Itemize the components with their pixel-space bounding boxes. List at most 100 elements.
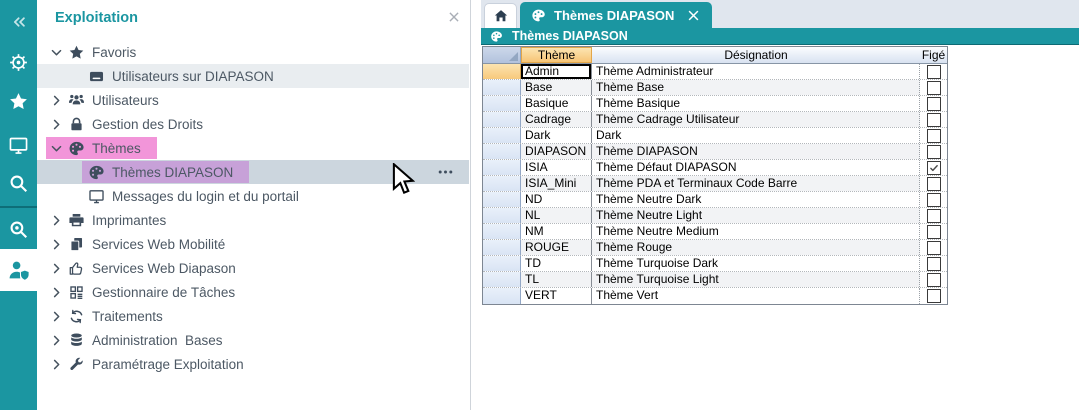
chevron-right-icon[interactable]	[49, 285, 64, 300]
fige-checkbox[interactable]	[927, 129, 941, 143]
fige-checkbox[interactable]	[927, 65, 941, 79]
close-tab-icon[interactable]	[686, 8, 701, 23]
cell-theme[interactable]: Base	[521, 80, 592, 95]
chevron-right-icon[interactable]	[49, 213, 64, 228]
tree-item-utilisateurs-sur-diapason[interactable]: Utilisateurs sur DIAPASON	[37, 64, 469, 88]
tree-item-utilisateurs[interactable]: Utilisateurs	[37, 88, 469, 112]
row-selector[interactable]	[483, 96, 521, 111]
column-header-designation[interactable]: Désignation	[592, 47, 920, 63]
tree-item-messages-du-login-et-du-portail[interactable]: Messages du login et du portail	[37, 184, 469, 208]
tree-item-gestionnaire-de-taches[interactable]: Gestionnaire de Tâches	[37, 280, 469, 304]
tab-themes-diapason[interactable]: Thèmes DIAPASON	[520, 2, 712, 28]
chevron-right-icon[interactable]	[49, 333, 64, 348]
cell-designation[interactable]: Thème Basique	[592, 96, 920, 111]
tree-item-themes[interactable]: Thèmes	[37, 136, 469, 160]
tree-item-imprimantes[interactable]: Imprimantes	[37, 208, 469, 232]
chevron-right-icon[interactable]	[49, 237, 64, 252]
row-selector[interactable]	[483, 272, 521, 287]
row-selector[interactable]	[483, 128, 521, 143]
rail-item-user-security[interactable]	[0, 249, 37, 291]
cell-theme[interactable]: ISIA_Mini	[521, 176, 592, 191]
row-selector[interactable]	[483, 112, 521, 127]
fige-checkbox[interactable]	[927, 289, 941, 303]
cell-designation[interactable]: Thème Turquoise Light	[592, 272, 920, 287]
chevron-down-icon[interactable]	[49, 45, 64, 60]
row-selector[interactable]	[483, 64, 521, 79]
rail-item-advanced-search[interactable]	[0, 208, 37, 250]
rail-item-settings[interactable]	[0, 41, 37, 83]
row-selector[interactable]	[483, 240, 521, 255]
rail-item-collapse-panel[interactable]	[0, 1, 37, 43]
cell-designation[interactable]: Thème DIAPASON	[592, 144, 920, 159]
tree-item-gestion-des-droits[interactable]: Gestion des Droits	[37, 112, 469, 136]
cell-designation[interactable]: Thème Cadrage Utilisateur	[592, 112, 920, 127]
tree-item-parametrage-exploitation[interactable]: Paramétrage Exploitation	[37, 352, 469, 376]
cell-designation[interactable]: Thème Turquoise Dark	[592, 256, 920, 271]
fige-checkbox[interactable]	[927, 193, 941, 207]
row-selector[interactable]	[483, 144, 521, 159]
chevron-right-icon[interactable]	[49, 309, 64, 324]
tree-item-services-web-mobilite[interactable]: Services Web Mobilité	[37, 232, 469, 256]
cell-designation[interactable]: Dark	[592, 128, 920, 143]
cell-theme[interactable]: Dark	[521, 128, 592, 143]
cell-theme[interactable]: Admin	[521, 64, 592, 79]
tree-item-traitements[interactable]: Traitements	[37, 304, 469, 328]
cell-theme[interactable]: NM	[521, 224, 592, 239]
fige-checkbox[interactable]	[927, 257, 941, 271]
cell-theme[interactable]: ND	[521, 192, 592, 207]
fige-checkbox[interactable]	[927, 145, 941, 159]
chevron-right-icon[interactable]	[49, 117, 64, 132]
column-header-theme[interactable]: Thème	[521, 47, 592, 63]
cell-designation[interactable]: Thème Neutre Light	[592, 208, 920, 223]
cell-designation[interactable]: Thème Administrateur	[592, 64, 920, 79]
cell-theme[interactable]: ROUGE	[521, 240, 592, 255]
cell-designation[interactable]: Thème PDA et Terminaux Code Barre	[592, 176, 920, 191]
tree-item-themes-diapason[interactable]: Thèmes DIAPASON	[37, 160, 469, 184]
cell-theme[interactable]: TL	[521, 272, 592, 287]
chevron-down-icon[interactable]	[49, 141, 64, 156]
row-selector[interactable]	[483, 224, 521, 239]
row-selector[interactable]	[483, 192, 521, 207]
cell-designation[interactable]: Thème Neutre Dark	[592, 192, 920, 207]
fige-checkbox[interactable]	[927, 161, 941, 175]
chevron-right-icon[interactable]	[49, 357, 64, 372]
tree-item-services-web-diapason[interactable]: Services Web Diapason	[37, 256, 469, 280]
cell-designation[interactable]: Thème Rouge	[592, 240, 920, 255]
cell-theme[interactable]: Basique	[521, 96, 592, 111]
tree-item-administration-bases[interactable]: Administration Bases	[37, 328, 469, 352]
rail-item-search[interactable]	[0, 162, 37, 204]
cell-designation[interactable]: Thème Vert	[592, 288, 920, 304]
row-selector[interactable]	[483, 208, 521, 223]
row-selector[interactable]	[483, 160, 521, 175]
select-all-corner-cell[interactable]	[483, 47, 521, 63]
chevron-right-icon[interactable]	[49, 261, 64, 276]
row-selector[interactable]	[483, 80, 521, 95]
chevron-right-icon[interactable]	[49, 93, 64, 108]
row-selector[interactable]	[483, 288, 521, 304]
column-header-fige[interactable]: Figé	[920, 47, 947, 63]
cell-theme[interactable]: DIAPASON	[521, 144, 592, 159]
row-selector[interactable]	[483, 256, 521, 271]
fige-checkbox[interactable]	[927, 97, 941, 111]
fige-checkbox[interactable]	[927, 209, 941, 223]
cell-designation[interactable]: Thème Défaut DIAPASON	[592, 160, 920, 175]
cell-theme[interactable]: Cadrage	[521, 112, 592, 127]
close-panel-icon[interactable]	[447, 10, 461, 24]
cell-designation[interactable]: Thème Base	[592, 80, 920, 95]
tab-home[interactable]	[484, 3, 517, 28]
row-actions-ellipsis-icon[interactable]	[437, 164, 454, 181]
cell-theme[interactable]: ISIA	[521, 160, 592, 175]
fige-checkbox[interactable]	[927, 273, 941, 287]
fige-checkbox[interactable]	[927, 241, 941, 255]
cell-theme[interactable]: NL	[521, 208, 592, 223]
row-selector[interactable]	[483, 176, 521, 191]
fige-checkbox[interactable]	[927, 113, 941, 127]
fige-checkbox[interactable]	[927, 177, 941, 191]
fige-checkbox[interactable]	[927, 225, 941, 239]
tree-item-favoris[interactable]: Favoris	[37, 40, 469, 64]
cell-theme[interactable]: TD	[521, 256, 592, 271]
rail-item-screens[interactable]	[0, 124, 37, 166]
rail-item-favorites[interactable]	[0, 80, 37, 122]
cell-theme[interactable]: VERT	[521, 288, 592, 304]
cell-designation[interactable]: Thème Neutre Medium	[592, 224, 920, 239]
